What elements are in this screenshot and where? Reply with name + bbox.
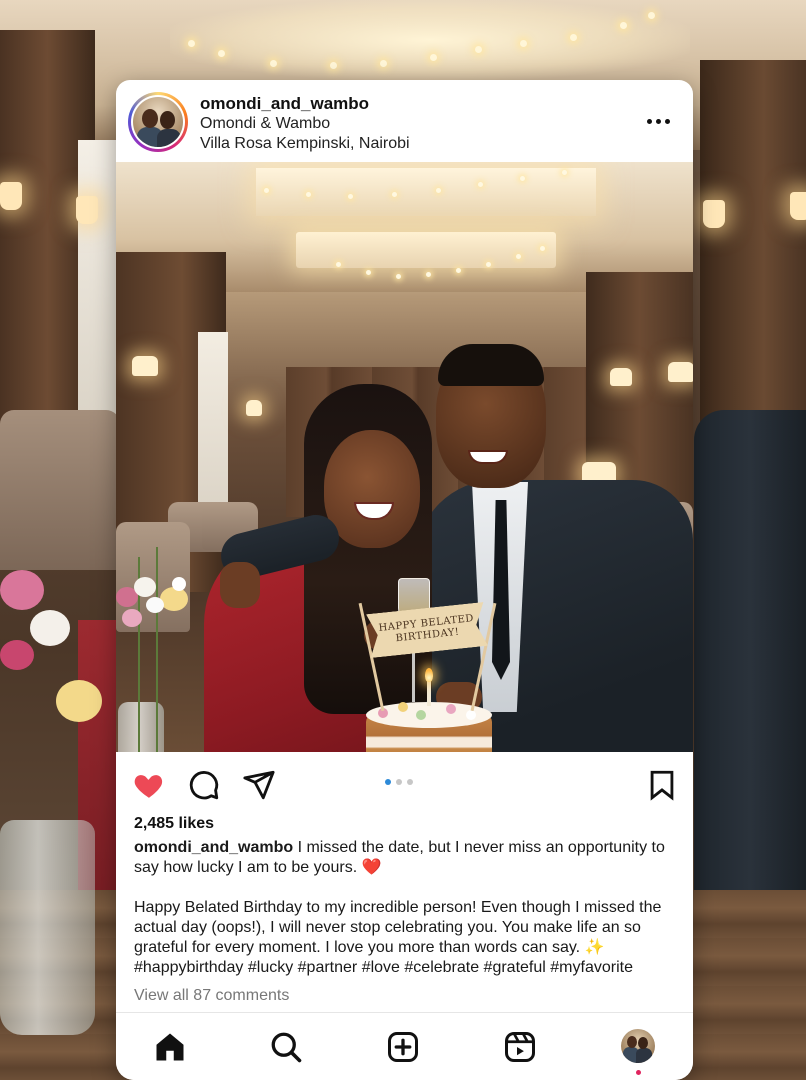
background-string-lights [180, 6, 700, 69]
background-flower [0, 570, 44, 610]
background-sconce [703, 200, 725, 228]
background-sconce [790, 192, 806, 220]
flower-bouquet [116, 497, 206, 752]
woman-face [324, 430, 420, 548]
post-photo[interactable]: HAPPY BELATED BIRTHDAY! [116, 162, 693, 752]
instagram-post-card: omondi_and_wambo Omondi & Wambo Villa Ro… [116, 80, 693, 1080]
post-location[interactable]: Villa Rosa Kempinski, Nairobi [200, 134, 410, 154]
cake-decoration [466, 710, 476, 720]
background-sconce [76, 196, 98, 224]
plus-square-icon[interactable] [385, 1029, 421, 1065]
avatar-photo [133, 97, 183, 147]
caption-hashtags[interactable]: #happybirthday #lucky #partner #love #ce… [134, 958, 686, 978]
post-username[interactable]: omondi_and_wambo [200, 93, 410, 114]
post-header: omondi_and_wambo Omondi & Wambo Villa Ro… [116, 80, 693, 162]
like-count[interactable]: 2,485 likes [134, 815, 214, 833]
reels-icon[interactable] [502, 1029, 538, 1065]
post-action-bar [116, 752, 693, 814]
man-hair [438, 344, 544, 386]
post-display-name: Omondi & Wambo [200, 115, 331, 132]
caption-username[interactable]: omondi_and_wambo [134, 839, 293, 856]
background-suit [694, 410, 806, 900]
send-icon[interactable] [242, 768, 276, 802]
caption-body: Happy Belated Birthday to my incredible … [134, 899, 662, 956]
comment-icon[interactable] [187, 768, 221, 802]
carousel-dot-active [385, 779, 391, 785]
cake-decoration [446, 704, 456, 714]
wall-lamp [668, 362, 693, 382]
view-all-comments-link[interactable]: View all 87 comments [134, 987, 289, 1005]
carousel-dot [407, 779, 413, 785]
candle [427, 680, 431, 706]
search-icon[interactable] [268, 1029, 304, 1065]
background-chair [0, 410, 120, 570]
background-flower [56, 680, 102, 722]
background-flower [0, 640, 34, 670]
wall-lamp [246, 400, 262, 416]
background-flower [30, 610, 70, 646]
candle-flame [425, 668, 433, 682]
background-sconce [0, 182, 22, 210]
carousel-indicator [385, 779, 413, 785]
bookmark-icon[interactable] [645, 768, 679, 802]
wall-lamp [132, 356, 158, 376]
cake-decoration [416, 710, 426, 720]
home-icon[interactable] [152, 1029, 188, 1065]
hand [220, 562, 260, 608]
notification-dot [636, 1070, 641, 1075]
more-horizontal-icon[interactable] [647, 111, 673, 131]
heart-filled-icon[interactable] [132, 768, 166, 802]
bottom-navigation-bar [116, 1012, 693, 1080]
profile-avatar[interactable] [128, 92, 188, 152]
profile-avatar[interactable] [621, 1029, 655, 1063]
background-window [78, 140, 118, 440]
photo-ceiling-light [296, 232, 556, 268]
background-pillar-right [700, 60, 806, 440]
wall-lamp [610, 368, 632, 386]
post-author-info: omondi_and_wambo Omondi & Wambo Villa Ro… [200, 93, 410, 154]
carousel-dot [396, 779, 402, 785]
cake-decoration [398, 702, 408, 712]
background-vase [0, 820, 95, 1035]
post-caption: omondi_and_wambo I missed the date, but … [134, 838, 686, 978]
